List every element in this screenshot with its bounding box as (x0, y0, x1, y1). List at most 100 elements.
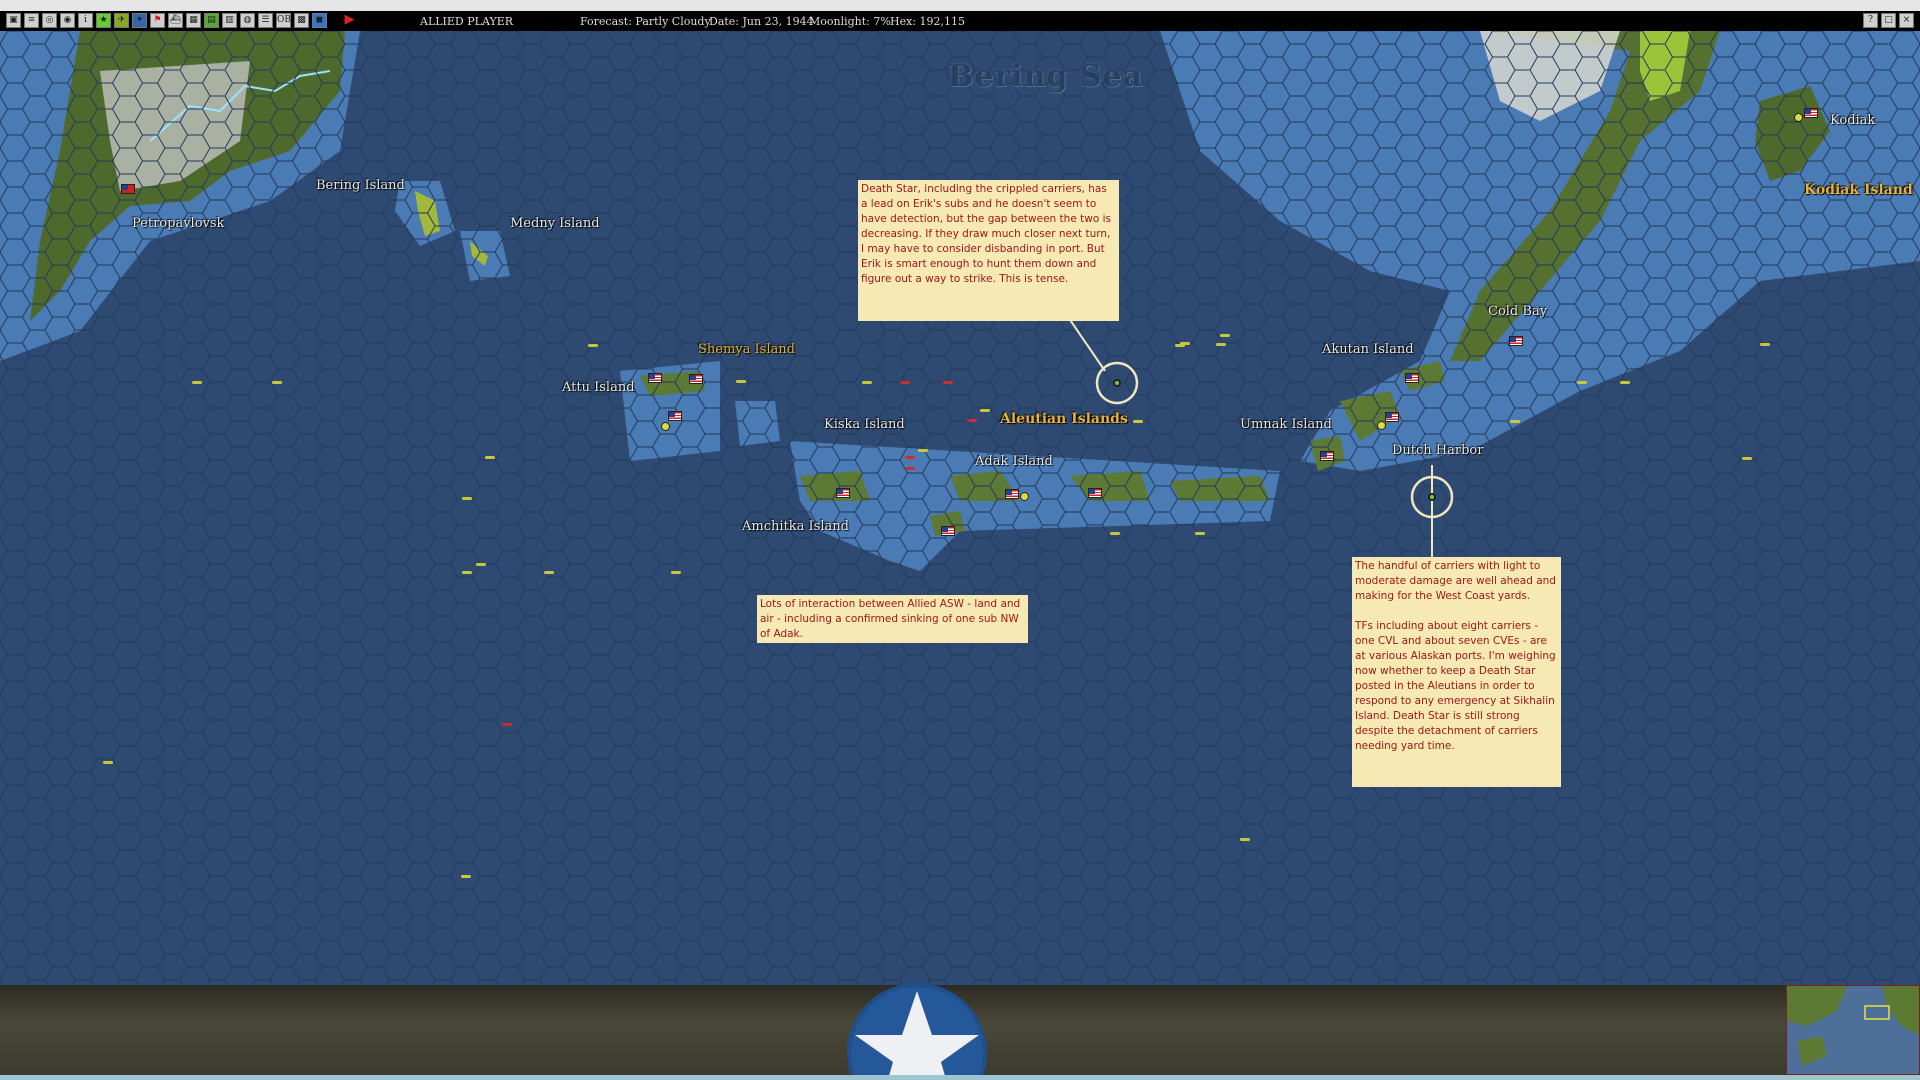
help-icon[interactable]: ? (1863, 13, 1878, 28)
task-force-icon[interactable] (462, 497, 472, 500)
game-date: Date: Jun 23, 1944 (709, 15, 814, 28)
label-medny-island: Medny Island (510, 216, 600, 231)
list-icon[interactable]: ☰ (258, 13, 273, 28)
flag-icon[interactable]: ⚑ (150, 13, 165, 28)
menu-icon[interactable]: ≡ (24, 13, 39, 28)
close-icon[interactable]: × (1899, 13, 1914, 28)
task-force-icon[interactable] (192, 381, 202, 384)
label-kodiak-island: Kodiak Island (1804, 182, 1913, 198)
game-map[interactable]: Bering Sea Petropavlovsk Bering Island M… (0, 31, 1920, 985)
task-force-icon[interactable] (671, 571, 681, 574)
window-icon[interactable]: □ (1881, 13, 1896, 28)
note-asw: Lots of interaction between Allied ASW -… (757, 595, 1028, 643)
us-flag-icon[interactable] (1509, 336, 1523, 346)
minimap-icon[interactable] (1786, 985, 1920, 1075)
soviet-base-icon[interactable] (121, 184, 135, 194)
map-icon[interactable]: ◼ (312, 13, 327, 28)
us-flag-icon[interactable] (1088, 488, 1102, 498)
task-force-icon[interactable] (1195, 532, 1205, 535)
label-dutch-harbor: Dutch Harbor (1392, 443, 1484, 458)
label-cold-bay: Cold Bay (1488, 304, 1548, 319)
task-force-icon[interactable] (485, 456, 495, 459)
task-force-icon[interactable] (1216, 343, 1226, 346)
us-flag-icon[interactable] (1005, 489, 1019, 499)
task-force-icon[interactable] (1240, 838, 1250, 841)
globe-icon[interactable]: ◎ (42, 13, 57, 28)
enemy-sub-icon[interactable] (967, 419, 977, 422)
chart-icon[interactable]: ▤ (204, 13, 219, 28)
note-death-star-text: Death Star, including the crippled carri… (861, 183, 1111, 285)
task-force-icon[interactable] (1577, 381, 1587, 384)
task-force-icon[interactable] (476, 563, 486, 566)
report-icon[interactable]: ◉ (60, 13, 75, 28)
task-force-icon[interactable] (462, 571, 472, 574)
us-flag-icon[interactable] (668, 411, 682, 421)
fleet-icon[interactable]: ✦ (132, 13, 147, 28)
star-icon[interactable]: ★ (96, 13, 111, 28)
base-icon[interactable]: ▥ (222, 13, 237, 28)
save-icon[interactable]: ▣ (6, 13, 21, 28)
us-flag-icon[interactable] (836, 488, 850, 498)
us-flag-icon[interactable] (941, 526, 955, 536)
task-force-icon[interactable] (588, 344, 598, 347)
play-icon[interactable]: ▶ (342, 13, 357, 28)
enemy-sub-icon[interactable] (905, 456, 915, 459)
task-force-icon[interactable] (1113, 379, 1121, 387)
target-icon[interactable]: ◍ (240, 13, 255, 28)
airbase-icon[interactable] (1020, 492, 1029, 501)
us-flag-icon[interactable] (1320, 451, 1334, 461)
us-flag-icon[interactable] (648, 373, 662, 383)
task-force-icon[interactable] (1428, 493, 1436, 501)
label-kiska-island: Kiska Island (824, 417, 905, 432)
label-aleutian-islands: Aleutian Islands (1000, 411, 1128, 427)
top-toolbar: ▣ ≡ ◎ ◉ i ★ ✈ ✦ ⚑ ⛴ ▦ ▤ ▥ ◍ ☰ OB ▩ ◼ ▶ A… (0, 11, 1920, 31)
task-force-icon[interactable] (1220, 334, 1230, 337)
us-flag-icon[interactable] (1804, 108, 1818, 118)
task-force-icon[interactable] (1180, 342, 1190, 345)
sea-title: Bering Sea (948, 59, 1144, 94)
enemy-sub-icon[interactable] (900, 381, 910, 384)
taskbar-strip (0, 1075, 1920, 1080)
note-death-star: Death Star, including the crippled carri… (858, 180, 1119, 321)
label-bering-island: Bering Island (316, 178, 405, 193)
label-adak-island: Adak Island (975, 454, 1053, 469)
task-force-icon[interactable] (1620, 381, 1630, 384)
grid-icon[interactable]: ▩ (294, 13, 309, 28)
label-umnak-island: Umnak Island (1240, 417, 1332, 432)
task-force-icon[interactable] (461, 875, 471, 878)
task-force-icon[interactable] (1760, 343, 1770, 346)
weather-forecast: Forecast: Partly Cloudy (580, 15, 711, 28)
task-force-icon[interactable] (272, 381, 282, 384)
us-flag-icon[interactable] (1405, 373, 1419, 383)
airbase-icon[interactable] (661, 422, 670, 431)
airbase-icon[interactable] (1377, 421, 1386, 430)
label-attu-island: Attu Island (562, 380, 635, 395)
enemy-sub-icon[interactable] (502, 723, 512, 726)
toolbar-icons: ▣ ≡ ◎ ◉ i ★ ✈ ✦ ⚑ ⛴ ▦ ▤ ▥ ◍ ☰ OB ▩ ◼ ▶ (6, 13, 357, 28)
player-side: ALLIED PLAYER (420, 15, 514, 28)
air-icon[interactable]: ✈ (114, 13, 129, 28)
task-force-icon[interactable] (918, 449, 928, 452)
enemy-sub-icon[interactable] (905, 467, 915, 470)
ob-icon[interactable]: OB (276, 13, 291, 28)
task-force-icon[interactable] (862, 381, 872, 384)
note-asw-text: Lots of interaction between Allied ASW -… (760, 598, 1021, 640)
airbase-icon[interactable] (1794, 113, 1803, 122)
task-force-icon[interactable] (1742, 457, 1752, 460)
us-star-roundel-icon[interactable] (846, 983, 988, 1080)
note-carriers: The handful of carriers with light to mo… (1352, 557, 1561, 787)
us-flag-icon[interactable] (1385, 412, 1399, 422)
task-force-icon[interactable] (103, 761, 113, 764)
task-force-icon[interactable] (980, 409, 990, 412)
task-force-icon[interactable] (544, 571, 554, 574)
task-force-icon[interactable] (1133, 420, 1143, 423)
ship-icon[interactable]: ⛴ (168, 13, 183, 28)
enemy-sub-icon[interactable] (943, 381, 953, 384)
task-force-icon[interactable] (1510, 420, 1520, 423)
task-force-icon[interactable] (1110, 532, 1120, 535)
unit-icon[interactable]: ▦ (186, 13, 201, 28)
us-flag-icon[interactable] (689, 374, 703, 384)
task-force-icon[interactable] (736, 380, 746, 383)
info-icon[interactable]: i (78, 13, 93, 28)
label-akutan-island: Akutan Island (1322, 342, 1414, 357)
